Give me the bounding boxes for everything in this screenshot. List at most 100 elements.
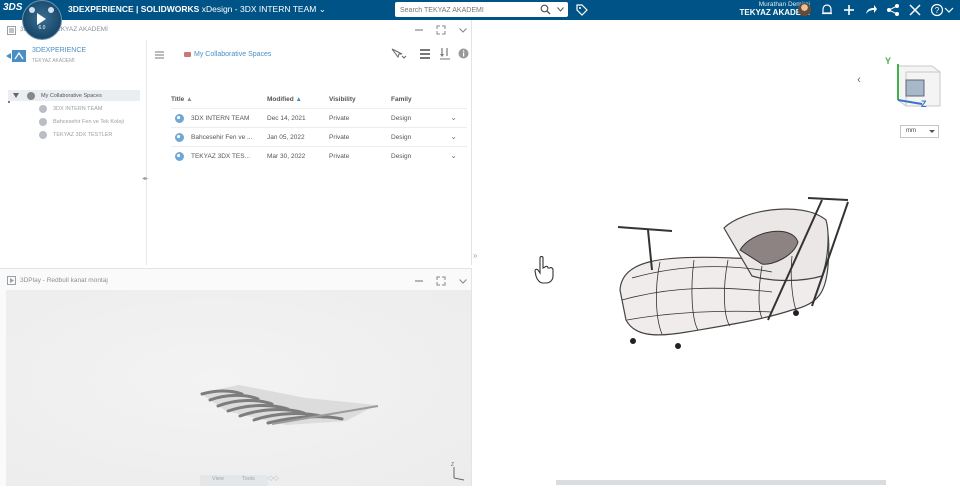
cell-visibility: Private [329, 134, 350, 141]
menu-icon[interactable] [155, 51, 164, 59]
sort-asc-icon[interactable]: ▲ [296, 96, 302, 103]
cell-title[interactable]: TEKYAZ 3DX TES... [191, 153, 250, 160]
navigation-tree: 3DEXPERIENCE TEKYAZ AKADEMİ My Collabora… [0, 40, 148, 265]
collab-space-icon [39, 131, 47, 139]
compass-quadrant[interactable] [29, 7, 35, 13]
tools-icon[interactable] [908, 3, 922, 17]
search-box[interactable] [395, 2, 568, 17]
table-row[interactable]: Bahcesehir Fen ve ... Jan 05, 2022 Priva… [171, 127, 467, 147]
collab-space-icon [175, 133, 184, 142]
column-header-title[interactable]: Title ▲ [171, 96, 193, 103]
panel-expand-icon[interactable]: » [473, 251, 477, 260]
chevron-down-icon [929, 130, 935, 133]
view-cube-icon[interactable] [878, 58, 944, 116]
3dspace-panel: 3DSpace - TEKYAZ AKADEMİ 3DEXPERIENCE TE… [0, 20, 472, 265]
compass-button[interactable]: 6.0 [22, 0, 62, 40]
collab-space-icon [39, 105, 47, 113]
cell-title[interactable]: Bahcesehir Fen ve ... [191, 134, 252, 141]
tree-root-subtitle: TEKYAZ AKADEMİ [32, 58, 75, 64]
wing-assembly-model[interactable] [6, 290, 471, 486]
cell-visibility: Private [329, 153, 350, 160]
chevron-down-icon[interactable]: ⌄ [450, 132, 457, 141]
cell-modified: Mar 30, 2022 [267, 153, 306, 160]
3dexperience-platform-icon[interactable] [5, 49, 27, 63]
sort-asc-icon[interactable]: ▲ [186, 96, 192, 103]
network-share-icon[interactable] [886, 3, 900, 17]
svg-text:?: ? [935, 6, 940, 15]
chevron-down-icon[interactable] [458, 25, 468, 35]
panel-title: 3DPlay - Redbull kanat montaj [20, 277, 108, 284]
minimize-icon[interactable] [414, 25, 424, 35]
content-area: My Collaborative Spaces Title ▲ Modified… [147, 40, 471, 265]
cell-family: Design [391, 134, 412, 141]
panel-header: 3DSpace - TEKYAZ AKADEMİ [0, 20, 471, 40]
3dplay-tab-bar: View Tools [200, 475, 268, 486]
notification-bell-icon[interactable] [820, 3, 834, 17]
maximize-icon[interactable] [436, 25, 446, 35]
search-options-chevron-icon[interactable] [557, 7, 564, 12]
tab-tools[interactable]: Tools [242, 476, 255, 482]
tree-root-name[interactable]: 3DEXPERIENCE [32, 47, 86, 54]
expand-triangle-icon[interactable] [13, 93, 19, 98]
breadcrumb-label: My Collaborative Spaces [194, 51, 272, 58]
add-icon[interactable] [842, 3, 856, 17]
brand-app[interactable]: xDesign - 3DX INTERN TEAM [202, 4, 317, 14]
unit-select[interactable]: mm [900, 125, 939, 138]
tab-view[interactable]: View [212, 476, 224, 482]
bottom-action-bar[interactable] [556, 480, 886, 485]
brand-prefix: 3DEXPERIENCE | SOLIDWORKS [68, 4, 200, 14]
table-row[interactable]: 3DX INTERN TEAM Dec 14, 2021 Private Des… [171, 108, 467, 128]
search-icon[interactable] [540, 4, 551, 15]
sort-icon[interactable] [439, 47, 451, 61]
tag-icon[interactable] [576, 4, 588, 16]
cell-modified: Jan 05, 2022 [267, 134, 305, 141]
maximize-icon[interactable] [436, 276, 446, 286]
play-icon [37, 13, 46, 25]
3dplay-viewport[interactable]: Z [6, 290, 471, 486]
cell-family: Design [391, 153, 412, 160]
3dplay-panel: 3DPlay - Redbull kanat montaj Z View Too… [0, 268, 472, 486]
z-axis-label: Z [921, 99, 927, 109]
column-header-modified[interactable]: Modified ▲ [267, 96, 302, 103]
list-view-icon[interactable] [419, 48, 431, 60]
3dplay-icon [7, 276, 16, 285]
info-icon[interactable] [458, 48, 469, 59]
3dspace-icon [7, 26, 16, 35]
chevron-down-icon[interactable]: ⌄ [450, 151, 457, 160]
axis-triad-icon: Z [451, 462, 465, 481]
minimize-icon[interactable] [414, 276, 424, 286]
y-axis-label: Y [885, 56, 892, 66]
tree-item-tekyaz-3dx-testler[interactable]: TEKYAZ 3DX TESTLER [39, 131, 112, 139]
collab-space-icon [27, 92, 35, 100]
view-cube[interactable]: Y Z [878, 56, 944, 116]
3ds-logo-icon: 3DS [3, 2, 23, 13]
collab-space-icon [175, 152, 184, 161]
column-header-visibility[interactable]: Visibility [329, 96, 356, 103]
chevron-down-icon[interactable] [458, 276, 468, 286]
avatar[interactable] [798, 3, 811, 16]
cell-title[interactable]: 3DX INTERN TEAM [191, 115, 249, 122]
top-bar: 3DS 3DEXPERIENCE | SOLIDWORKS xDesign - … [0, 0, 960, 20]
app-title: 3DEXPERIENCE | SOLIDWORKS xDesign - 3DX … [68, 4, 326, 15]
cell-family: Design [391, 115, 412, 122]
collab-space-icon [39, 118, 47, 126]
share-arrow-icon[interactable] [864, 3, 878, 17]
diamond-icon[interactable]: ◇◇ [268, 474, 279, 482]
hand-cursor-icon [534, 256, 554, 284]
unit-value: mm [906, 128, 916, 134]
filter-cursor-icon[interactable] [391, 48, 407, 60]
tree-item-label: My Collaborative Spaces [27, 92, 102, 100]
search-input[interactable] [398, 3, 532, 17]
chevron-down-icon[interactable] [944, 3, 954, 17]
column-header-family[interactable]: Family [391, 96, 412, 103]
tree-item-bahcesehir[interactable]: Bahcesehir Fen ve Tek Koleji [39, 118, 124, 126]
compass-quadrant[interactable] [48, 7, 54, 13]
tree-item-3dx-intern-team[interactable]: 3DX INTERN TEAM [39, 105, 102, 113]
chevron-left-icon[interactable]: ‹ [851, 72, 867, 88]
xdesign-3d-viewport[interactable]: Y Z [472, 20, 960, 485]
chevron-down-icon[interactable]: ⌄ [450, 113, 457, 122]
chevron-down-icon[interactable]: ⌄ [319, 4, 326, 14]
table-row[interactable]: TEKYAZ 3DX TES... Mar 30, 2022 Private D… [171, 146, 467, 166]
breadcrumb[interactable]: My Collaborative Spaces [184, 51, 271, 58]
help-icon[interactable]: ? [930, 3, 944, 17]
